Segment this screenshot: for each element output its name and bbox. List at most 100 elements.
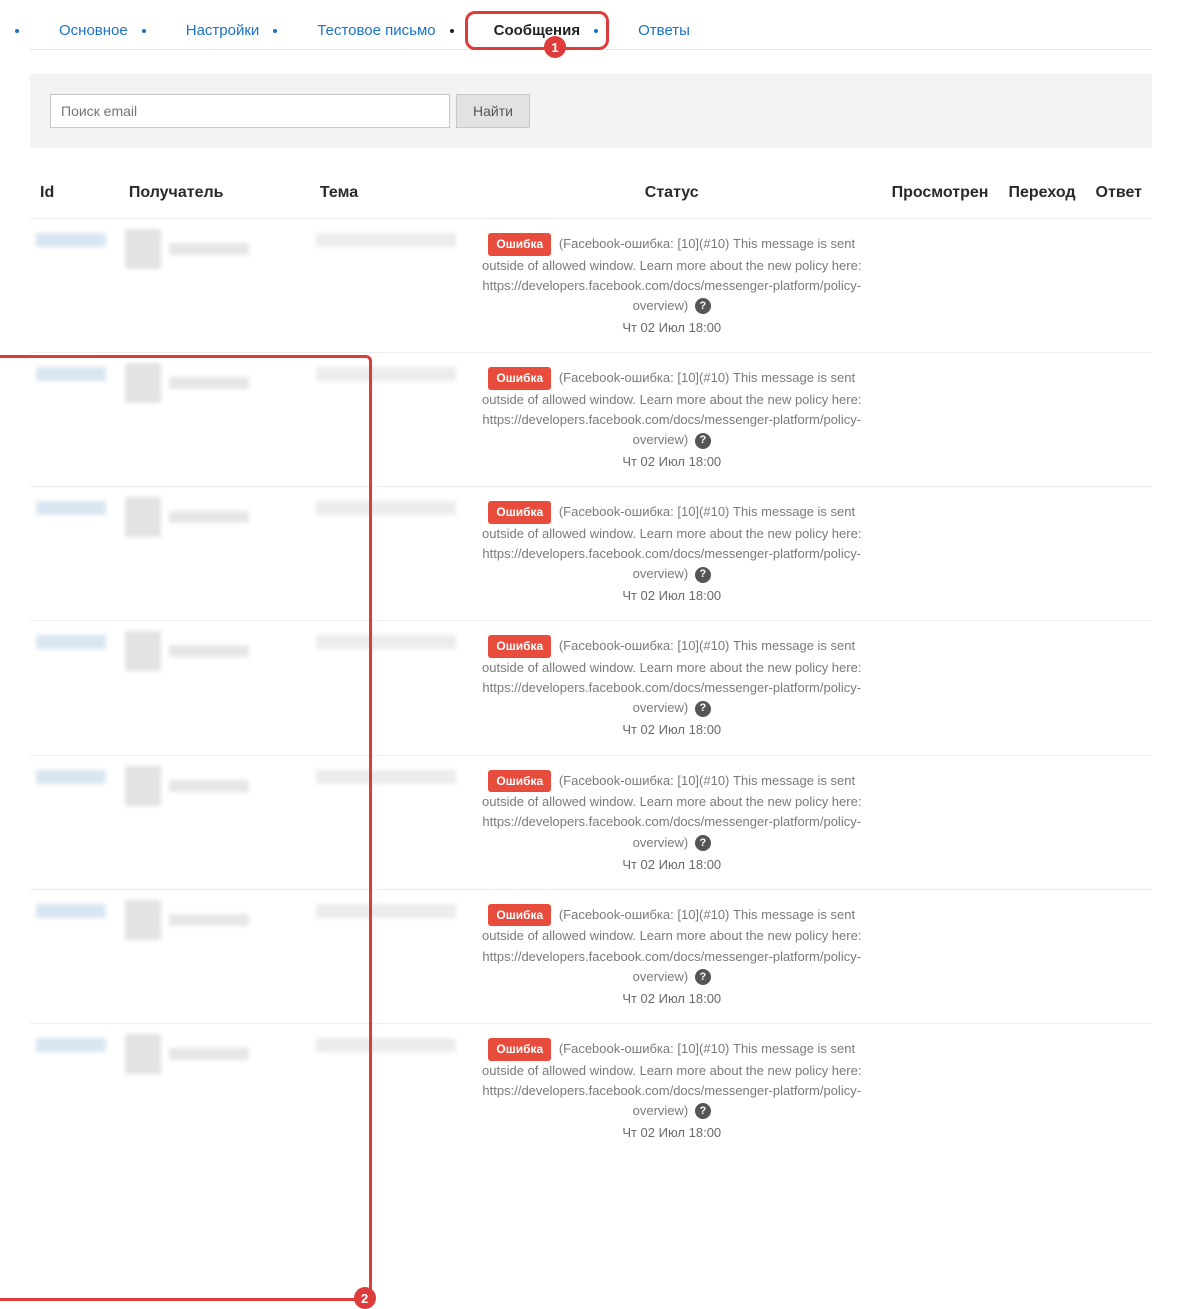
redacted-avatar [125,229,161,269]
status-badge: Ошибка [488,501,551,524]
cell-status: Ошибка (Facebook-ошибка: [10](#10) This … [462,353,882,487]
annotation-1-label: 1 [551,40,558,55]
cell-subject [310,1023,462,1157]
help-icon[interactable]: ? [695,433,711,449]
status-block: Ошибка (Facebook-ошибка: [10](#10) This … [468,766,876,879]
redacted-name [169,780,249,792]
search-input[interactable] [50,94,450,128]
annotation-2-label: 2 [361,1291,368,1306]
help-icon[interactable]: ? [695,969,711,985]
status-block: Ошибка (Facebook-ошибка: [10](#10) This … [468,1034,876,1147]
tab-3[interactable]: Сообщения [465,11,609,50]
table-row: Ошибка (Facebook-ошибка: [10](#10) This … [30,487,1152,621]
table-row: Ошибка (Facebook-ошибка: [10](#10) This … [30,621,1152,755]
cell-viewed [882,487,999,621]
cell-recipient [119,353,310,487]
redacted-id [36,367,106,381]
status-timestamp: Чт 02 Июл 18:00 [482,855,862,875]
cell-id [30,219,119,353]
redacted-id [36,904,106,918]
cell-id [30,889,119,1023]
redacted-subject [316,233,456,247]
col-recipient: Получатель [119,176,310,219]
cell-id [30,353,119,487]
status-badge: Ошибка [488,904,551,927]
cell-recipient [119,219,310,353]
tab-0[interactable]: Основное [30,11,157,50]
help-icon[interactable]: ? [695,298,711,314]
search-button[interactable]: Найти [456,94,530,128]
cell-answer [1086,889,1152,1023]
status-block: Ошибка (Facebook-ошибка: [10](#10) This … [468,497,876,610]
redacted-name [169,914,249,926]
cell-click [998,621,1085,755]
redacted-id [36,1038,106,1052]
cell-viewed [882,755,999,889]
cell-click [998,353,1085,487]
redacted-subject [316,635,456,649]
redacted-id [36,233,106,247]
cell-subject [310,487,462,621]
redacted-avatar [125,497,161,537]
col-status: Статус [462,176,882,219]
cell-status: Ошибка (Facebook-ошибка: [10](#10) This … [462,1023,882,1157]
redacted-name [169,645,249,657]
cell-recipient [119,487,310,621]
status-block: Ошибка (Facebook-ошибка: [10](#10) This … [468,363,876,476]
tab-2[interactable]: Тестовое письмо [288,11,464,50]
annotation-2: 2 [354,1287,376,1309]
col-answer: Ответ [1086,176,1152,219]
help-icon[interactable]: ? [695,701,711,717]
table-header-row: Id Получатель Тема Статус Просмотрен Пер… [30,176,1152,219]
cell-id [30,755,119,889]
cell-answer [1086,1023,1152,1157]
search-bar: Найти [30,74,1152,148]
table-row: Ошибка (Facebook-ошибка: [10](#10) This … [30,353,1152,487]
redacted-name [169,377,249,389]
help-icon[interactable]: ? [695,1103,711,1119]
cell-subject [310,219,462,353]
status-timestamp: Чт 02 Июл 18:00 [482,452,862,472]
redacted-name [169,511,249,523]
cell-recipient [119,755,310,889]
cell-subject [310,621,462,755]
tab-1[interactable]: Настройки [157,11,289,50]
status-timestamp: Чт 02 Июл 18:00 [482,318,862,338]
status-block: Ошибка (Facebook-ошибка: [10](#10) This … [468,631,876,744]
cell-id [30,1023,119,1157]
cell-status: Ошибка (Facebook-ошибка: [10](#10) This … [462,487,882,621]
redacted-avatar [125,766,161,806]
cell-click [998,487,1085,621]
col-click: Переход [998,176,1085,219]
redacted-id [36,635,106,649]
redacted-id [36,770,106,784]
cell-recipient [119,889,310,1023]
status-badge: Ошибка [488,1038,551,1061]
status-block: Ошибка (Facebook-ошибка: [10](#10) This … [468,900,876,1013]
table-row: Ошибка (Facebook-ошибка: [10](#10) This … [30,219,1152,353]
cell-answer [1086,755,1152,889]
cell-viewed [882,219,999,353]
status-timestamp: Чт 02 Июл 18:00 [482,989,862,1009]
redacted-avatar [125,631,161,671]
redacted-subject [316,1038,456,1052]
cell-id [30,487,119,621]
tabs: ОсновноеНастройкиТестовое письмоСообщени… [30,10,1152,50]
cell-subject [310,353,462,487]
cell-click [998,889,1085,1023]
cell-answer [1086,621,1152,755]
status-badge: Ошибка [488,233,551,256]
cell-click [998,219,1085,353]
help-icon[interactable]: ? [695,835,711,851]
cell-click [998,755,1085,889]
status-badge: Ошибка [488,635,551,658]
help-icon[interactable]: ? [695,567,711,583]
redacted-id [36,501,106,515]
cell-viewed [882,889,999,1023]
col-subject: Тема [310,176,462,219]
status-badge: Ошибка [488,770,551,793]
table-row: Ошибка (Facebook-ошибка: [10](#10) This … [30,889,1152,1023]
tab-4[interactable]: Ответы [609,11,719,50]
status-timestamp: Чт 02 Июл 18:00 [482,1123,862,1143]
cell-viewed [882,353,999,487]
